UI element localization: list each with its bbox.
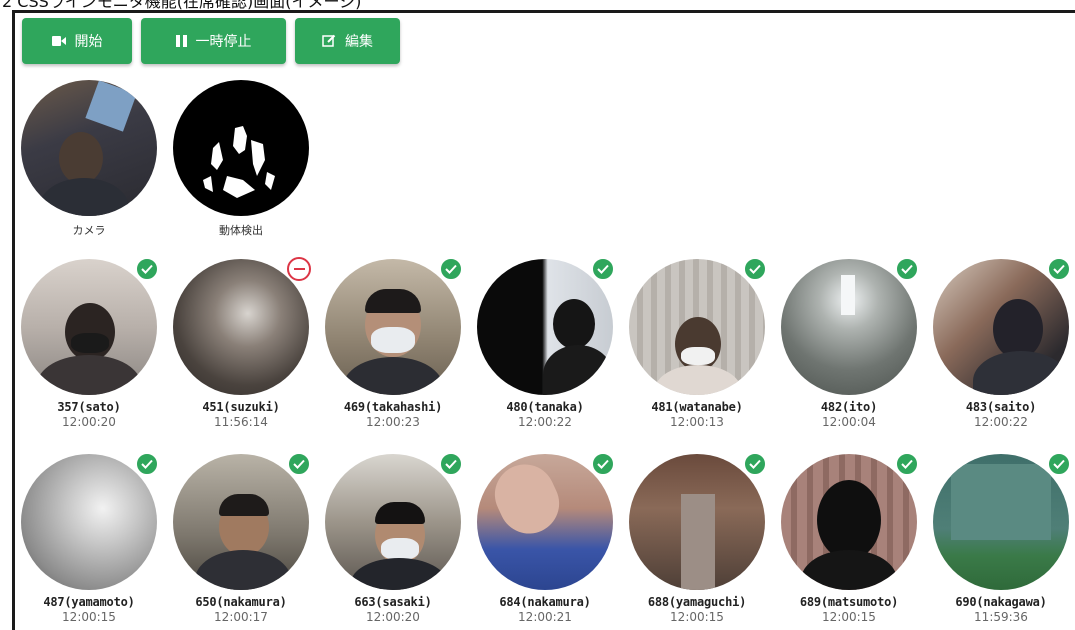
student-id: 688(yamaguchi)	[647, 595, 747, 609]
student-feed	[477, 259, 613, 395]
present-check-icon	[591, 257, 615, 281]
away-minus-icon	[287, 257, 311, 281]
motion-preview: 動体検出	[173, 80, 309, 238]
present-check-icon	[895, 452, 919, 476]
monitor-panel: 開始 一時停止 編集 カメラ 動体検出 357(sato) 12:00:20 4…	[12, 10, 1075, 630]
student-id: 689(matsumoto)	[799, 595, 899, 609]
student-id: 480(tanaka)	[506, 400, 584, 414]
present-check-icon	[1047, 452, 1071, 476]
edit-button-label: 編集	[345, 34, 373, 50]
student-tile[interactable]: 357(sato) 12:00:20	[21, 257, 159, 429]
present-check-icon	[743, 257, 767, 281]
student-feed	[781, 259, 917, 395]
present-check-icon	[287, 452, 311, 476]
student-feed	[21, 454, 157, 590]
present-check-icon	[1047, 257, 1071, 281]
student-feed	[325, 259, 461, 395]
student-id: 650(nakamura)	[195, 595, 287, 609]
student-time: 12:00:04	[822, 415, 876, 429]
student-tile[interactable]: 451(suzuki) 11:56:14	[173, 257, 311, 429]
student-id: 481(watanabe)	[651, 400, 743, 414]
start-button-label: 開始	[74, 34, 103, 50]
student-tile[interactable]: 650(nakamura) 12:00:17	[173, 452, 311, 624]
student-feed	[21, 259, 157, 395]
student-tile[interactable]: 483(saito) 12:00:22	[933, 257, 1071, 429]
student-time: 12:00:13	[670, 415, 724, 429]
edit-button[interactable]: 編集	[295, 18, 400, 64]
motion-feed	[173, 80, 309, 216]
student-feed	[933, 454, 1069, 590]
student-tile[interactable]: 663(sasaki) 12:00:20	[325, 452, 463, 624]
student-tile[interactable]: 469(takahashi) 12:00:23	[325, 257, 463, 429]
student-id: 469(takahashi)	[343, 400, 443, 414]
present-check-icon	[439, 257, 463, 281]
present-check-icon	[591, 452, 615, 476]
student-tile[interactable]: 684(nakamura) 12:00:21	[477, 452, 615, 624]
student-feed	[173, 454, 309, 590]
edit-icon	[322, 34, 336, 48]
student-tile[interactable]: 482(ito) 12:00:04	[781, 257, 919, 429]
pause-icon	[175, 35, 187, 47]
present-check-icon	[135, 257, 159, 281]
toolbar: 開始 一時停止 編集	[22, 18, 400, 64]
student-feed	[933, 259, 1069, 395]
present-check-icon	[895, 257, 919, 281]
student-feed	[781, 454, 917, 590]
student-tile[interactable]: 690(nakagawa) 11:59:36	[933, 452, 1071, 624]
student-tile[interactable]: 487(yamamoto) 12:00:15	[21, 452, 159, 624]
pause-button[interactable]: 一時停止	[141, 18, 286, 64]
camera-feed	[21, 80, 157, 216]
caption-text: 2 CSSラインモニタ機能(在席確認)画面(イメージ)	[2, 0, 362, 11]
start-button[interactable]: 開始	[22, 18, 132, 64]
student-feed	[477, 454, 613, 590]
present-check-icon	[135, 452, 159, 476]
student-id: 663(sasaki)	[354, 595, 432, 609]
student-id: 451(suzuki)	[202, 400, 280, 414]
student-id: 690(nakagawa)	[955, 595, 1047, 609]
student-tile[interactable]: 688(yamaguchi) 12:00:15	[629, 452, 767, 624]
student-time: 11:56:14	[214, 415, 268, 429]
video-camera-icon	[51, 36, 66, 46]
pause-button-label: 一時停止	[195, 34, 252, 50]
student-time: 12:00:20	[62, 415, 116, 429]
student-feed	[629, 454, 765, 590]
student-time: 12:00:23	[366, 415, 420, 429]
student-id: 487(yamamoto)	[43, 595, 135, 609]
student-feed	[173, 259, 309, 395]
student-id: 483(saito)	[965, 400, 1037, 414]
student-feed	[629, 259, 765, 395]
student-id: 482(ito)	[820, 400, 878, 414]
student-time: 12:00:22	[974, 415, 1028, 429]
student-tile[interactable]: 689(matsumoto) 12:00:15	[781, 452, 919, 624]
student-time: 12:00:22	[518, 415, 572, 429]
student-tile[interactable]: 480(tanaka) 12:00:22	[477, 257, 615, 429]
camera-preview: カメラ	[21, 80, 157, 238]
student-tile[interactable]: 481(watanabe) 12:00:13	[629, 257, 767, 429]
present-check-icon	[743, 452, 767, 476]
present-check-icon	[439, 452, 463, 476]
student-id: 684(nakamura)	[499, 595, 591, 609]
student-feed	[325, 454, 461, 590]
motion-label: 動体検出	[219, 224, 263, 237]
student-id: 357(sato)	[57, 400, 121, 414]
camera-label: カメラ	[72, 224, 106, 237]
